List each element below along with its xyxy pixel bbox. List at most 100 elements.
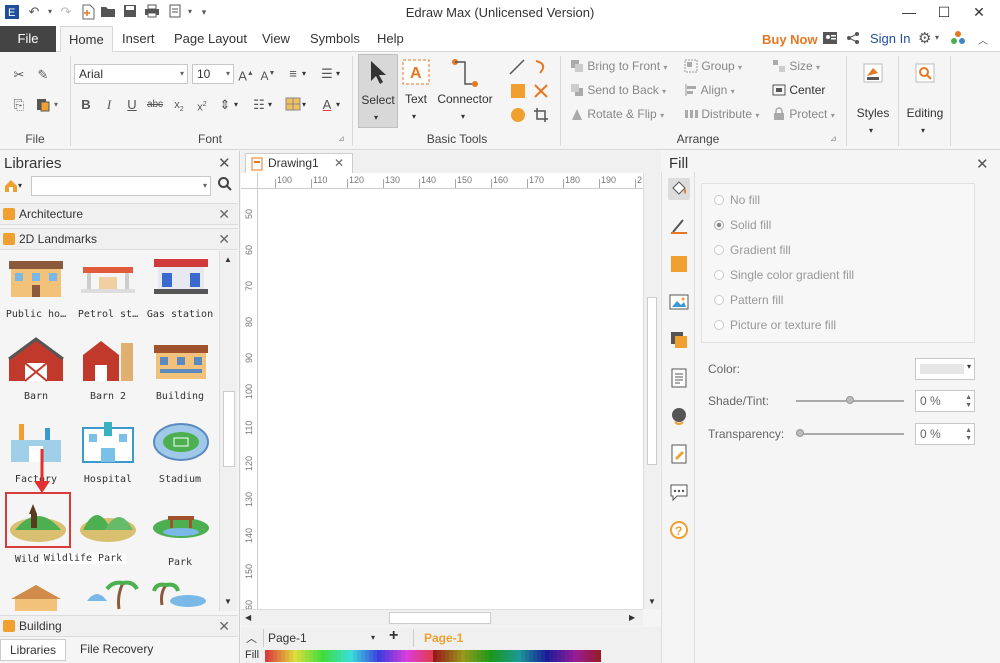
font-name-select[interactable]: Arial ▾ (74, 64, 188, 84)
sign-in-link[interactable]: Sign In (870, 31, 910, 46)
text-background-icon[interactable] (284, 96, 302, 114)
fill-option-no-fill[interactable]: No fill (714, 193, 760, 207)
library-search-input[interactable]: ▾ (31, 176, 211, 196)
font-dialog-launcher-icon[interactable]: ⊿ (338, 134, 345, 143)
transparency-slider-thumb[interactable] (796, 429, 804, 437)
center-button[interactable]: Center (772, 83, 825, 97)
tab-file-recovery[interactable]: File Recovery (72, 639, 172, 661)
protect-button[interactable]: Protect ▾ (772, 107, 835, 121)
tab-page-layout[interactable]: Page Layout (166, 26, 255, 52)
settings-dropdown-icon[interactable]: ▾ (935, 33, 939, 42)
collapse-ribbon-icon[interactable]: ︿ (978, 32, 988, 47)
library-section-building[interactable]: Building ✕ (0, 615, 238, 637)
close-section-icon[interactable]: ✕ (218, 206, 230, 223)
subscript-icon[interactable]: x2 (170, 96, 188, 114)
scroll-right-icon[interactable]: ▶ (629, 613, 635, 622)
tab-libraries[interactable]: Libraries (0, 639, 66, 661)
image-panel-icon[interactable] (668, 292, 690, 314)
color-picker[interactable]: ▾ (915, 358, 975, 380)
shape-building[interactable] (150, 335, 212, 387)
font-color-dropdown-icon[interactable]: ▾ (336, 100, 340, 109)
color-swatch[interactable] (597, 650, 601, 662)
styles-button[interactable]: Styles ▾ (850, 54, 896, 140)
page-tab-page-1[interactable]: Page-1 (413, 629, 475, 647)
drawing-canvas[interactable] (258, 189, 643, 609)
shape-barn[interactable] (5, 335, 67, 387)
text-align-icon[interactable]: ≡ (284, 65, 302, 83)
ellipse-tool-icon[interactable] (510, 107, 526, 126)
canvas-horizontal-scrollbar[interactable]: ◀ ▶ (241, 609, 643, 626)
arc-tool-icon[interactable] (532, 58, 550, 79)
rotate-flip-button[interactable]: Rotate & Flip ▾ (570, 107, 664, 121)
minimize-button[interactable]: — (894, 1, 924, 23)
size-button[interactable]: Size ▾ (772, 59, 820, 73)
comment-panel-icon[interactable] (668, 482, 690, 504)
note-panel-icon[interactable] (668, 444, 690, 466)
scroll-thumb[interactable] (223, 391, 235, 467)
shape-park[interactable] (150, 494, 212, 546)
text-options-icon[interactable]: ☰ (318, 65, 336, 83)
paste-icon[interactable] (34, 96, 52, 114)
paste-format-icon[interactable]: ✎ (34, 66, 52, 84)
bullets-dropdown-icon[interactable]: ▾ (268, 100, 272, 109)
library-search-icon[interactable] (217, 176, 233, 196)
shape-beach[interactable] (77, 579, 139, 611)
page-select[interactable]: Page-1 ▾ (263, 629, 379, 647)
connector-tool-button[interactable]: Connector ▾ (434, 54, 496, 128)
shape-cabin[interactable] (5, 579, 67, 611)
maximize-button[interactable]: ☐ (929, 1, 959, 23)
canvas-vscroll-thumb[interactable] (647, 297, 657, 465)
distribute-button[interactable]: Distribute ▾ (684, 107, 759, 121)
font-size-select[interactable]: 10 ▾ (192, 64, 234, 84)
file-menu-tab[interactable]: File (0, 26, 56, 52)
italic-icon[interactable]: I (100, 96, 118, 114)
scroll-down-icon[interactable]: ▼ (648, 597, 656, 606)
shape-petrol-station[interactable] (77, 253, 139, 305)
canvas-vertical-scrollbar[interactable]: ▼ (643, 173, 660, 609)
paste-dropdown-icon[interactable]: ▾ (54, 100, 58, 109)
fill-panel-icon[interactable] (668, 178, 690, 200)
editing-button[interactable]: Editing ▾ (902, 54, 948, 140)
tab-home[interactable]: Home (60, 26, 113, 53)
library-section-architecture[interactable]: Architecture ✕ (0, 203, 238, 225)
rectangle-tool-icon[interactable] (510, 83, 526, 102)
bold-icon[interactable]: B (77, 96, 95, 114)
tab-help[interactable]: Help (369, 26, 412, 52)
account-card-icon[interactable] (822, 31, 838, 48)
scroll-down-icon[interactable]: ▼ (224, 597, 232, 606)
layer-panel-icon[interactable] (668, 330, 690, 352)
close-section-icon[interactable]: ✕ (218, 618, 230, 635)
cross-tool-icon[interactable] (533, 83, 549, 102)
transparency-spinbox[interactable]: 0 % ▲ ▼ (915, 423, 975, 445)
library-home-dropdown-icon[interactable]: ▾ (18, 181, 22, 190)
hyperlink-panel-icon[interactable] (668, 406, 690, 428)
font-color-icon[interactable]: A (318, 96, 336, 114)
page-collapse-icon[interactable]: ︿ (246, 630, 257, 646)
text-options-dropdown-icon[interactable]: ▾ (336, 69, 340, 78)
fill-option-solid-fill[interactable]: Solid fill (714, 218, 771, 232)
tab-view[interactable]: View (254, 26, 298, 52)
group-button[interactable]: Group ▾ (684, 59, 742, 73)
library-home-icon[interactable] (3, 178, 19, 197)
superscript-icon[interactable]: x2 (193, 96, 211, 114)
line-spacing-icon[interactable]: ⇕ (216, 96, 234, 114)
shape-wildlife-park[interactable] (77, 494, 139, 546)
close-section-icon[interactable]: ✕ (218, 231, 230, 248)
format-painter-icon[interactable]: ✂ (10, 66, 28, 84)
library-section-2d-landmarks[interactable]: 2D Landmarks ✕ (0, 228, 238, 250)
shade-tint-slider-thumb[interactable] (846, 396, 854, 404)
bring-to-front-button[interactable]: Bring to Front ▾ (570, 59, 667, 73)
shape-hospital[interactable] (77, 418, 139, 470)
fill-option-picture-texture[interactable]: Picture or texture fill (714, 318, 836, 332)
close-window-button[interactable]: ✕ (964, 1, 994, 23)
shape-barn-2[interactable] (77, 335, 139, 387)
select-tool-button[interactable]: Select ▾ (358, 54, 398, 128)
share-icon[interactable] (846, 31, 860, 48)
line-spacing-dropdown-icon[interactable]: ▾ (234, 100, 238, 109)
tab-insert[interactable]: Insert (114, 26, 163, 52)
help-panel-icon[interactable]: ? (668, 520, 690, 542)
color-swatches[interactable] (265, 650, 603, 662)
fill-option-pattern-fill[interactable]: Pattern fill (714, 293, 783, 307)
send-to-back-button[interactable]: Send to Back ▾ (570, 83, 666, 97)
document-panel-icon[interactable] (668, 368, 690, 390)
